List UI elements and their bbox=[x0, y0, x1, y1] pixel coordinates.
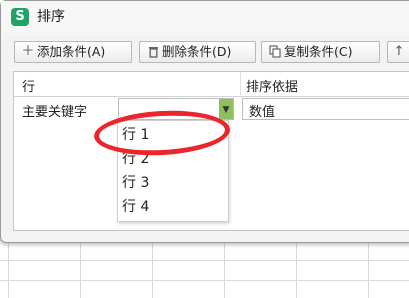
app-logo-icon: S bbox=[11, 8, 29, 26]
column-header-row: 行 bbox=[22, 80, 36, 95]
condition-row: 主要关键字 ▼ 数值 bbox=[14, 98, 409, 122]
dropdown-option-row-4[interactable]: 行 4 bbox=[122, 195, 222, 219]
plus-icon: ＋ bbox=[21, 44, 35, 59]
dropdown-option-row-1[interactable]: 行 1 bbox=[122, 123, 222, 147]
spreadsheet-grid bbox=[0, 238, 409, 298]
copy-condition-label: 复制条件(C) bbox=[284, 44, 353, 59]
add-condition-button[interactable]: ＋ 添加条件(A) bbox=[14, 41, 132, 63]
dialog-title: 排序 bbox=[37, 9, 65, 25]
delete-condition-button[interactable]: 删除条件(D) bbox=[139, 41, 256, 63]
arrow-up-icon: ↑ bbox=[393, 44, 405, 59]
sort-dialog: S 排序 ＋ 添加条件(A) 删除条件(D) 复制条件(C) ↑ 行 排序依据 … bbox=[0, 0, 409, 243]
primary-key-label: 主要关键字 bbox=[22, 105, 88, 120]
sort-basis-value: 数值 bbox=[249, 105, 276, 120]
column-header: 行 排序依据 bbox=[14, 72, 409, 97]
move-up-button[interactable]: ↑ bbox=[387, 41, 409, 63]
dropdown-option-row-3[interactable]: 行 3 bbox=[122, 171, 222, 195]
sort-basis-field[interactable]: 数值 bbox=[242, 98, 409, 120]
add-condition-label: 添加条件(A) bbox=[37, 44, 106, 59]
keyword-dropdown-list: 行 1 行 2 行 3 行 4 bbox=[117, 120, 229, 222]
column-header-sort-basis: 排序依据 bbox=[246, 80, 299, 95]
chevron-down-icon[interactable]: ▼ bbox=[219, 99, 233, 119]
dropdown-option-row-2[interactable]: 行 2 bbox=[122, 147, 222, 171]
trash-icon bbox=[146, 42, 160, 62]
delete-condition-label: 删除条件(D) bbox=[162, 44, 232, 59]
title-bar: S 排序 bbox=[1, 1, 409, 33]
copy-icon bbox=[268, 42, 282, 62]
copy-condition-button[interactable]: 复制条件(C) bbox=[261, 41, 380, 63]
keyword-dropdown[interactable]: ▼ bbox=[118, 98, 234, 120]
